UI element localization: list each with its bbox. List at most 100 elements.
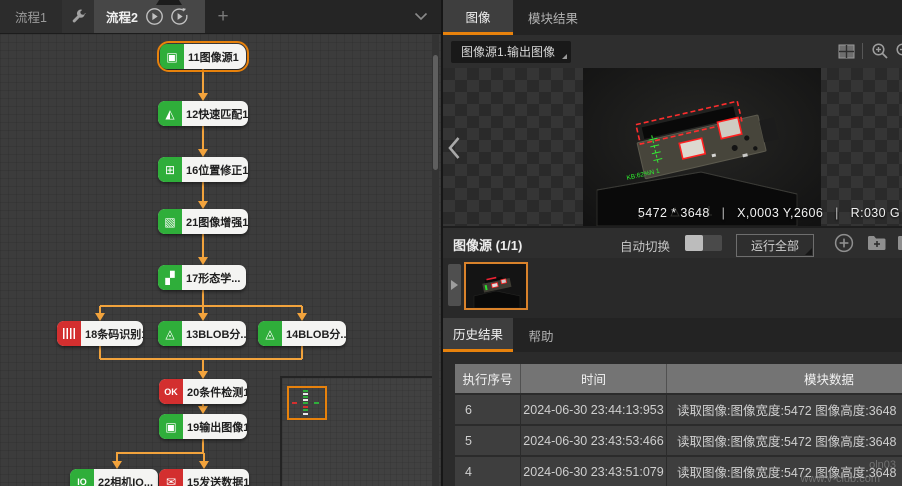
output-image-icon: ▣ [159,414,183,439]
flow-node-condition[interactable]: OK 20条件检测1 [159,379,247,404]
minimap[interactable] [280,376,436,486]
cell-data: 读取图像:图像宽度:5472 图像高度:3648 [667,395,902,424]
wrench-button[interactable] [62,0,94,33]
flow-canvas[interactable]: ▣ 11图像源1 ◭ 12快速匹配1 ⊞ 16位置修正1 ▧ 21图像增强1 ▞… [0,34,441,486]
flow-node-label: 14BLOB分... [282,326,346,342]
flow-node-image-enhance[interactable]: ▧ 21图像增强1 [158,209,248,234]
image-source-dropdown[interactable]: 图像源1.输出图像 [451,41,571,63]
flow-node-output-image[interactable]: ▣ 19输出图像1 [159,414,247,439]
status-separator: | [722,206,726,220]
flow-node-label: 19输出图像1 [183,419,247,435]
run-once-icon[interactable] [145,7,164,26]
column-header-seq: 执行序号 [455,364,521,393]
cell-time: 2024-06-30 23:43:51:079 [521,457,667,486]
flow-node-label: 22相机IO... [94,474,157,486]
run-all-corner [805,248,812,255]
zoom-out-icon[interactable] [895,42,902,60]
blob-analysis-icon: ◬ [158,321,182,346]
flow-node-fast-match[interactable]: ◭ 12快速匹配1 [158,101,248,126]
minimap-viewport[interactable] [287,386,327,420]
image-viewer[interactable]: KB:62%N 1 5472 * 3648 | X,0003 Y,2606 | … [443,68,902,226]
tab-image[interactable]: 图像 [443,0,513,35]
toolbar-divider [862,43,863,59]
clipped-folder-icon[interactable] [897,234,902,251]
viewer-toolbar: 图像源1.输出图像 [443,35,902,68]
condition-check-icon: OK [159,379,183,404]
thumbnail-strip [443,258,902,318]
vision-app-window: 流程1 流程2 + [0,0,902,486]
tab-flow1[interactable]: 流程1 [0,0,62,33]
toggle-knob [685,235,703,251]
flow-node-label: 16位置修正1 [182,162,248,178]
right-panel: 图像 模块结果 图像源1.输出图像 [441,0,902,486]
status-separator: | [835,206,839,220]
image-source-bar: 图像源 (1/1) 自动切换 运行全部 [443,228,902,258]
cell-time: 2024-06-30 23:44:13:953 [521,395,667,424]
flow-node-send-data[interactable]: ✉ 15发送数据1 [159,469,249,486]
add-folder-icon[interactable] [867,234,887,251]
tab-history-results[interactable]: 历史结果 [443,318,513,352]
tab-flow1-label: 流程1 [15,7,47,26]
tab-module-result[interactable]: 模块结果 [513,0,593,35]
auto-switch-label: 自动切换 [620,236,670,255]
flow-node-camera-io[interactable]: IO 22相机IO... [70,469,158,486]
flow-node-image-source[interactable]: ▣ 11图像源1 [160,44,246,69]
flow-node-label: 18条码识别1 [81,326,143,342]
run-loop-icon[interactable] [170,7,189,26]
table-row[interactable]: 6 2024-06-30 23:44:13:953 读取图像:图像宽度:5472… [455,395,902,424]
table-header-row: 执行序号 时间 模块数据 [455,364,902,393]
column-header-data: 模块数据 [667,364,902,393]
thumbnail-preview [466,264,526,308]
blob-analysis-icon: ◬ [258,321,282,346]
image-source-dropdown-value: 图像源1.输出图像 [461,45,555,59]
auto-switch-toggle[interactable] [685,235,722,251]
plus-icon: + [217,6,228,28]
flow-scrollbar-thumb[interactable] [433,55,438,170]
morphology-icon: ▞ [158,265,182,290]
quad-view-icon[interactable] [838,44,855,59]
fast-match-icon: ◭ [158,101,182,126]
flow-node-label: 11图像源1 [184,49,243,65]
run-all-button[interactable]: 运行全部 [736,234,814,257]
send-data-icon: ✉ [159,469,183,486]
strip-expander-button[interactable] [448,264,461,306]
cell-seq: 5 [455,426,521,455]
tab-module-result-label: 模块结果 [528,8,578,27]
flow-node-morphology[interactable]: ▞ 17形态学... [158,265,246,290]
watermark-line2: www.v-club.com [801,473,880,485]
image-source-title: 图像源 (1/1) [453,235,522,254]
tab-image-label: 图像 [465,7,490,26]
image-thumbnail[interactable] [464,262,528,310]
cell-data: 读取图像:图像宽度:5472 图像高度:3648 [667,426,902,455]
tab-history-label: 历史结果 [453,324,503,343]
tab-help[interactable]: 帮助 [513,318,569,352]
watermark-line1: oln03 [869,459,896,471]
flow-node-blob2[interactable]: ◬ 14BLOB分... [258,321,346,346]
status-resolution: 5472 * 3648 [638,206,710,220]
cell-seq: 4 [455,457,521,486]
flow-node-label: 21图像增强1 [182,214,248,230]
add-image-icon[interactable] [834,233,854,253]
viewer-tab-bar: 图像 模块结果 [443,0,902,35]
cell-time: 2024-06-30 23:43:53:466 [521,426,667,455]
wrench-icon [71,9,86,24]
flow-node-position-fix[interactable]: ⊞ 16位置修正1 [158,157,248,182]
flow-node-barcode[interactable]: 18条码识别1 [57,321,143,346]
flowbar-chevron-down-icon[interactable] [414,12,428,21]
tab-help-label: 帮助 [528,326,553,345]
tab-flow2[interactable]: 流程2 [94,0,205,33]
flow-node-label: 15发送数据1 [183,474,249,486]
flow-node-label: 12快速匹配1 [182,106,248,122]
camera-io-icon: IO [70,469,94,486]
flow-node-label: 13BLOB分... [182,326,246,342]
run-all-label: 运行全部 [751,237,799,254]
zoom-in-icon[interactable] [871,42,889,60]
tab-flow2-label: 流程2 [106,7,138,26]
prev-image-chevron-icon[interactable] [447,136,461,160]
flow-node-blob1[interactable]: ◬ 13BLOB分... [158,321,246,346]
results-tab-bar: 历史结果 帮助 [443,318,902,352]
flow-node-label: 20条件检测1 [183,384,247,400]
collapse-handle[interactable] [156,0,182,5]
table-row[interactable]: 5 2024-06-30 23:43:53:466 读取图像:图像宽度:5472… [455,426,902,455]
add-flow-button[interactable]: + [210,0,236,33]
